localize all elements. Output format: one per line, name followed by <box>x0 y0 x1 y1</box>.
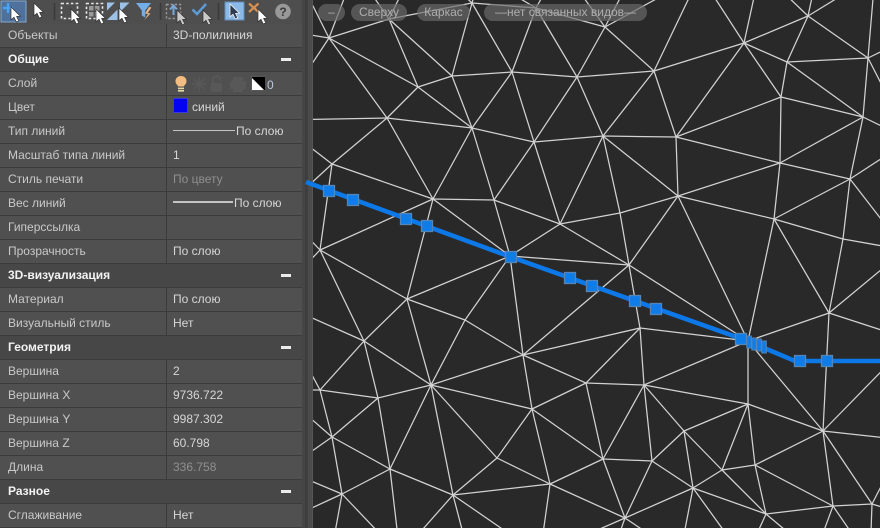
svg-text:?: ? <box>279 5 286 19</box>
